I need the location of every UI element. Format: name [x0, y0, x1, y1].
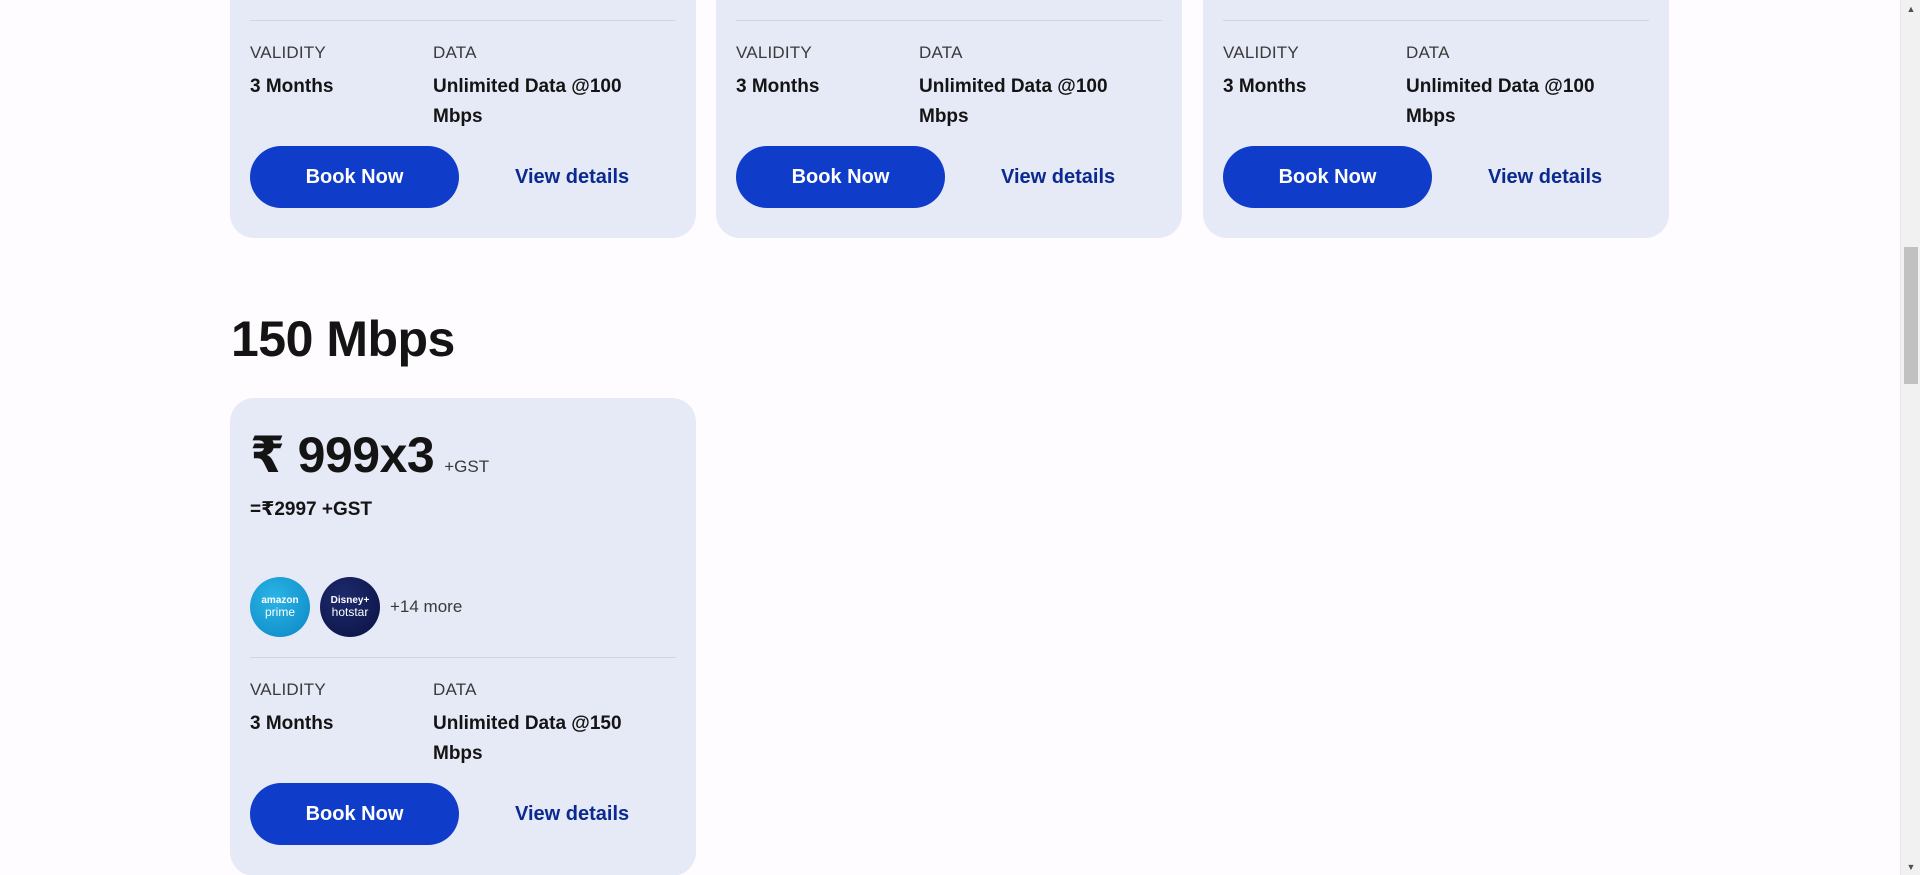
- card-actions: Book Now View details: [736, 146, 1115, 208]
- card-divider: [736, 20, 1162, 21]
- data-value: Unlimited Data @150 Mbps: [433, 709, 653, 769]
- scroll-up-arrow-icon[interactable]: ▲: [1901, 0, 1920, 17]
- book-now-button[interactable]: Book Now: [736, 146, 945, 208]
- ott-benefits: amazon prime Disney+ hotstar +14 more: [250, 577, 462, 637]
- data-block: DATA Unlimited Data @100 Mbps: [433, 43, 653, 132]
- data-value-line1: Unlimited Data @100: [433, 76, 622, 97]
- validity-block: VALIDITY 3 Months: [250, 43, 433, 132]
- plan-total: =₹2997 +GST: [250, 499, 373, 520]
- plan-card-100mbps-1: VALIDITY 3 Months DATA Unlimited Data @1…: [230, 0, 696, 238]
- plan-card-150mbps: ₹ 999x3 +GST =₹2997 +GST amazon prime Di…: [230, 398, 696, 875]
- book-now-button[interactable]: Book Now: [250, 146, 459, 208]
- gst-tag: +GST: [444, 457, 490, 476]
- validity-value: 3 Months: [736, 76, 820, 97]
- validity-value: 3 Months: [250, 76, 334, 97]
- plan-price: ₹ 999x3: [250, 427, 435, 483]
- view-details-link[interactable]: View details: [1488, 166, 1602, 189]
- view-details-link[interactable]: View details: [515, 166, 629, 189]
- validity-block: VALIDITY 3 Months: [736, 43, 919, 132]
- validity-value: 3 Months: [1223, 76, 1307, 97]
- validity-label: VALIDITY: [250, 680, 326, 699]
- plan-meta: VALIDITY 3 Months DATA Unlimited Data @1…: [1223, 43, 1649, 132]
- ott-line2: prime: [264, 605, 295, 619]
- section-title: 150 Mbps: [231, 311, 455, 367]
- data-value: Unlimited Data @100 Mbps: [433, 72, 653, 132]
- data-label: DATA: [1406, 43, 1450, 62]
- data-value: Unlimited Data @100 Mbps: [919, 72, 1139, 132]
- plan-card-100mbps-3: VALIDITY 3 Months DATA Unlimited Data @1…: [1203, 0, 1669, 238]
- scroll-down-arrow-icon[interactable]: ▼: [1901, 858, 1920, 875]
- validity-label: VALIDITY: [1223, 43, 1299, 62]
- data-value-line2: Mbps: [433, 743, 483, 764]
- data-block: DATA Unlimited Data @100 Mbps: [919, 43, 1139, 132]
- book-now-button[interactable]: Book Now: [1223, 146, 1432, 208]
- disney-hotstar-icon: Disney+ hotstar: [320, 577, 380, 637]
- plan-meta: VALIDITY 3 Months DATA Unlimited Data @1…: [736, 43, 1162, 132]
- card-actions: Book Now View details: [1223, 146, 1602, 208]
- data-value: Unlimited Data @100 Mbps: [1406, 72, 1626, 132]
- validity-label: VALIDITY: [250, 43, 326, 62]
- validity-block: VALIDITY 3 Months: [1223, 43, 1406, 132]
- validity-block: VALIDITY 3 Months: [250, 680, 433, 769]
- view-details-link[interactable]: View details: [1001, 166, 1115, 189]
- plan-meta: VALIDITY 3 Months DATA Unlimited Data @1…: [250, 43, 676, 132]
- validity-value: 3 Months: [250, 713, 334, 734]
- card-actions: Book Now View details: [250, 146, 629, 208]
- data-value-line2: Mbps: [919, 106, 969, 127]
- card-divider: [250, 657, 676, 658]
- data-label: DATA: [433, 43, 477, 62]
- ott-line2: hotstar: [331, 605, 369, 619]
- data-label: DATA: [919, 43, 963, 62]
- validity-label: VALIDITY: [736, 43, 812, 62]
- plan-card-100mbps-2: VALIDITY 3 Months DATA Unlimited Data @1…: [716, 0, 1182, 238]
- data-value-line2: Mbps: [433, 106, 483, 127]
- data-value-line2: Mbps: [1406, 106, 1456, 127]
- more-benefits-label: +14 more: [390, 597, 463, 616]
- data-value-line1: Unlimited Data @150: [433, 713, 622, 734]
- data-label: DATA: [433, 680, 477, 699]
- scrollbar-thumb[interactable]: [1904, 247, 1918, 384]
- card-divider: [1223, 20, 1649, 21]
- data-block: DATA Unlimited Data @100 Mbps: [1406, 43, 1626, 132]
- amazon-prime-icon: amazon prime: [250, 577, 310, 637]
- data-value-line1: Unlimited Data @100: [1406, 76, 1595, 97]
- card-actions: Book Now View details: [250, 783, 629, 845]
- plan-meta: VALIDITY 3 Months DATA Unlimited Data @1…: [250, 680, 676, 769]
- card-divider: [250, 20, 676, 21]
- data-value-line1: Unlimited Data @100: [919, 76, 1108, 97]
- data-block: DATA Unlimited Data @150 Mbps: [433, 680, 653, 769]
- page-scrollbar[interactable]: ▲ ▼: [1900, 0, 1920, 875]
- view-details-link[interactable]: View details: [515, 803, 629, 826]
- book-now-button[interactable]: Book Now: [250, 783, 459, 845]
- price-row: ₹ 999x3 +GST: [250, 426, 489, 484]
